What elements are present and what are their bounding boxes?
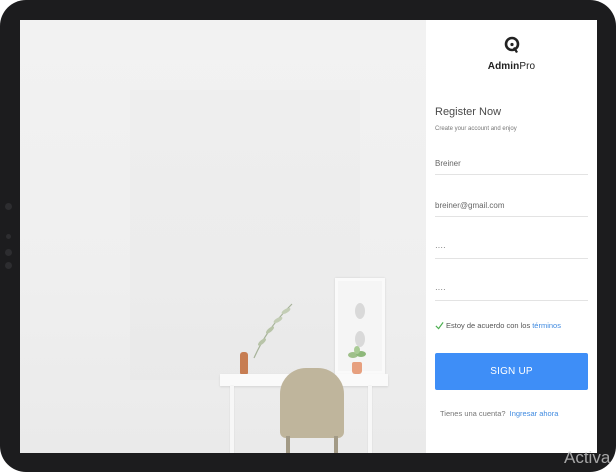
confirm-password-field[interactable] xyxy=(435,279,588,301)
password-input[interactable] xyxy=(435,238,588,252)
frame-oval-shape xyxy=(355,331,365,347)
desk-leg xyxy=(230,386,234,453)
login-prompt-text: Tienes una cuenta? xyxy=(440,409,506,418)
form-title: Register Now xyxy=(435,106,502,118)
wall-shading xyxy=(130,90,360,380)
vase xyxy=(240,352,248,374)
background-photo xyxy=(20,20,426,453)
frame-oval-shape xyxy=(355,303,365,319)
chair-leg xyxy=(334,436,338,453)
chair xyxy=(280,368,344,438)
side-sensor-icon xyxy=(5,262,12,269)
terms-link[interactable]: términos xyxy=(532,321,561,330)
check-icon[interactable] xyxy=(435,321,444,330)
adminpro-logo-icon xyxy=(504,36,519,53)
tablet-frame: AdminPro Register Now Create your accoun… xyxy=(0,0,616,472)
side-sensor-icon xyxy=(6,234,11,239)
activation-watermark: Activa xyxy=(564,448,611,467)
screen: AdminPro Register Now Create your accoun… xyxy=(20,20,597,453)
terms-checkbox[interactable]: Estoy de acuerdo con los términos xyxy=(435,321,561,330)
side-sensor-icon xyxy=(5,249,12,256)
form-subtitle: Create your account and enjoy xyxy=(435,126,517,132)
password-field[interactable] xyxy=(435,237,588,259)
name-input[interactable] xyxy=(435,154,588,168)
login-prompt: Tienes una cuenta? Ingresar ahora xyxy=(440,409,558,418)
email-field[interactable] xyxy=(435,195,588,217)
desk-leg xyxy=(368,386,372,453)
brand-name-bold: Admin xyxy=(487,61,520,72)
brand-logo: AdminPro xyxy=(426,36,597,72)
side-sensor-icon xyxy=(5,203,12,210)
register-panel: AdminPro Register Now Create your accoun… xyxy=(426,20,597,453)
email-input[interactable] xyxy=(435,196,588,210)
brand-name: AdminPro xyxy=(426,61,597,72)
terms-label: Estoy de acuerdo con los xyxy=(446,321,531,330)
chair-leg xyxy=(286,436,290,453)
plant-pot xyxy=(352,362,362,374)
brand-name-light: Pro xyxy=(519,61,536,72)
login-link[interactable]: Ingresar ahora xyxy=(510,409,559,418)
confirm-password-input[interactable] xyxy=(435,280,588,294)
signup-button[interactable]: SIGN UP xyxy=(435,353,588,390)
name-field[interactable] xyxy=(435,153,588,175)
plant-branch-illustration xyxy=(253,303,293,359)
